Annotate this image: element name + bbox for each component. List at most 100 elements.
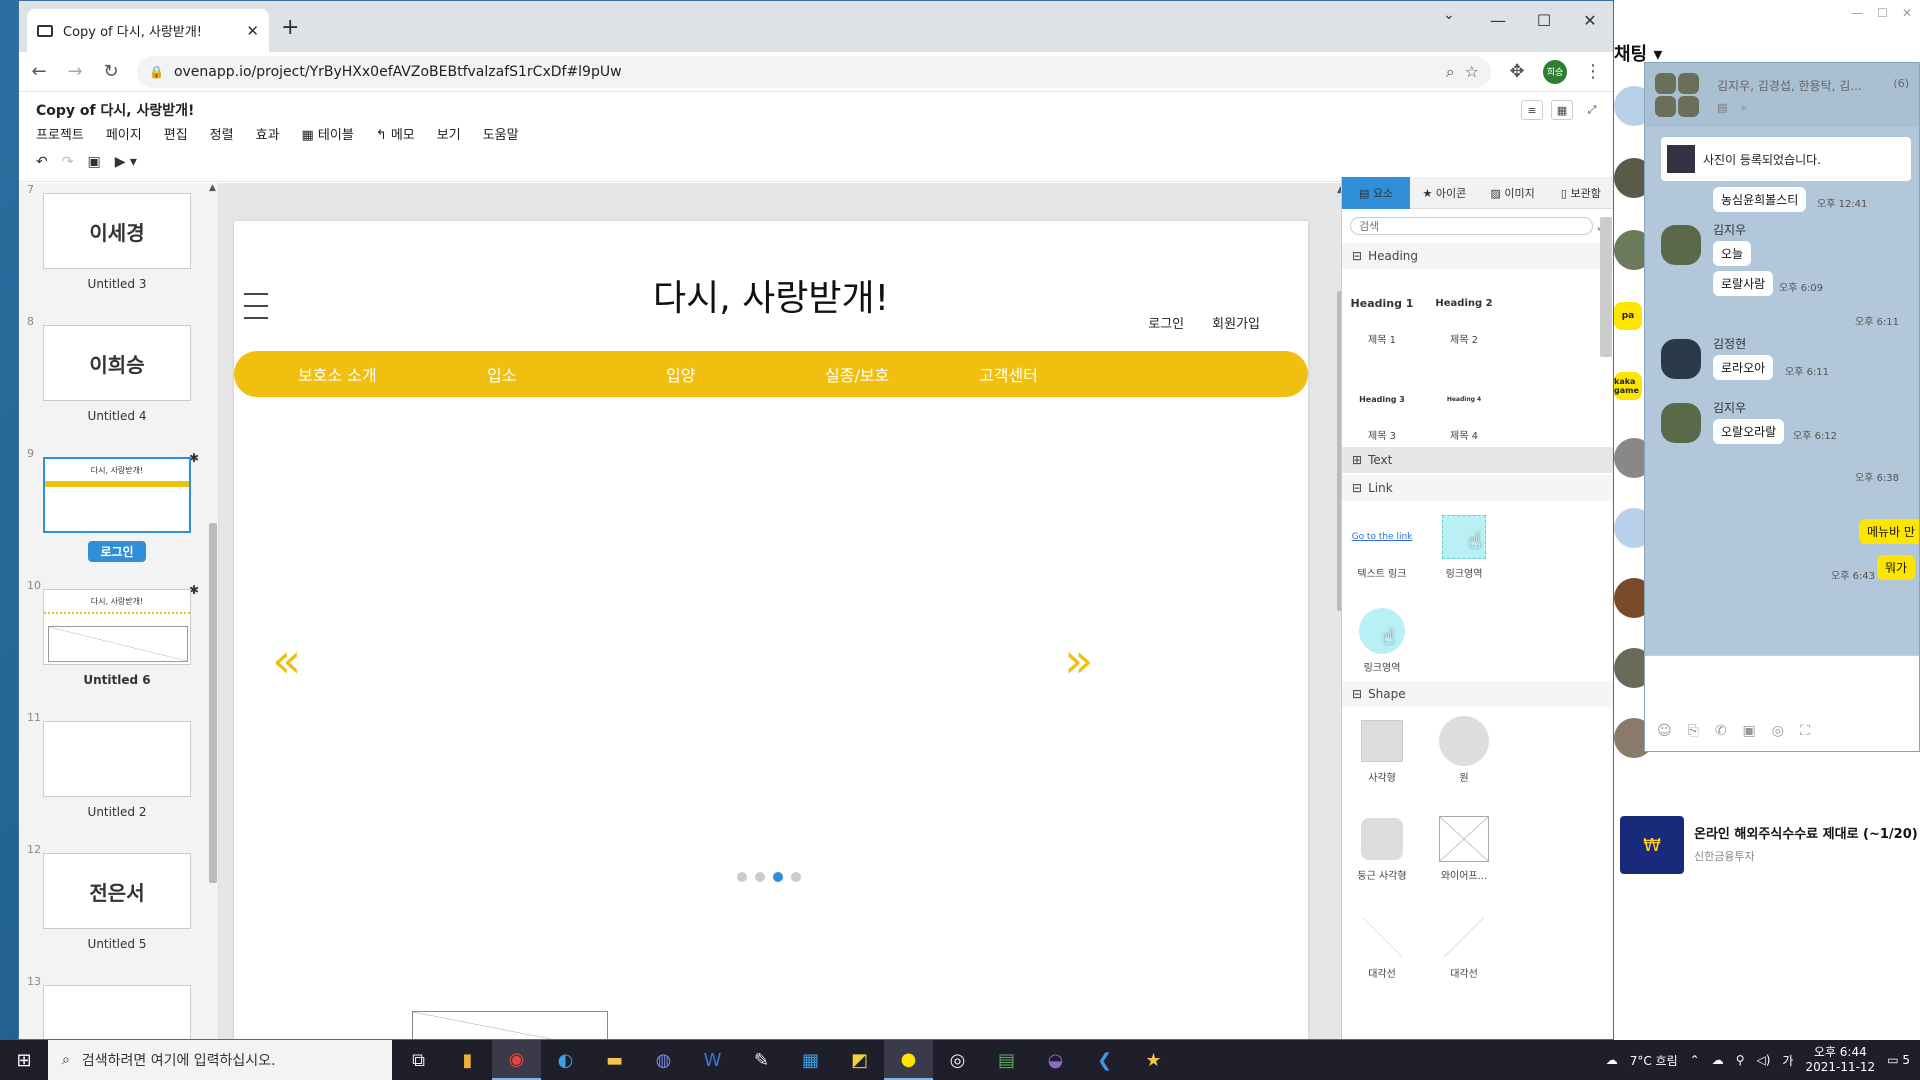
edge-icon[interactable]: ◐: [541, 1040, 590, 1080]
carousel-dot-active[interactable]: [773, 872, 783, 882]
url-field[interactable]: 🔒 ovenapp.io/project/YrByHXx0efAVZoBEBtf…: [137, 55, 1491, 88]
page-thumbnail[interactable]: 이세경: [43, 193, 191, 269]
carousel-dot[interactable]: [737, 872, 747, 882]
vscode-icon[interactable]: ❮: [1080, 1040, 1129, 1080]
reload-icon[interactable]: ↻: [101, 61, 121, 82]
heading-4-item[interactable]: Heading 4 제목 4: [1424, 375, 1504, 443]
text-link-item[interactable]: Go to the link 텍스트 링크: [1342, 513, 1422, 580]
page-thumbnail[interactable]: [43, 721, 191, 797]
chat-bubble[interactable]: 로라오아: [1713, 355, 1774, 380]
heading-3-item[interactable]: Heading 3 제목 3: [1342, 375, 1422, 443]
elements-search-input[interactable]: [1350, 217, 1594, 235]
signup-link[interactable]: 회원가입: [1212, 313, 1260, 332]
browser-tab[interactable]: Copy of 다시, 사랑받개! ✕: [27, 9, 269, 52]
hamburger-menu-icon[interactable]: [244, 293, 268, 329]
menu-view[interactable]: 보기: [437, 124, 461, 143]
attach-icon[interactable]: ⎘: [1688, 723, 1699, 739]
tab-icons[interactable]: ★ 아이콘: [1410, 177, 1478, 209]
url-text[interactable]: ovenapp.io/project/YrByHXx0efAVZoBEBtfva…: [174, 64, 1436, 80]
app-icon[interactable]: ★: [1129, 1040, 1178, 1080]
chat-avatar-label[interactable]: kaka game: [1614, 372, 1642, 400]
page-card-13[interactable]: 13: [27, 975, 207, 1039]
menu-memo[interactable]: ↰ 메모: [376, 124, 415, 143]
chat-input-area[interactable]: ☺ ⎘ ✆ ▣ ◎ ⛶: [1645, 655, 1919, 751]
tab-images[interactable]: ▨ 이미지: [1479, 177, 1547, 209]
chat-bubble[interactable]: 오랄오라랄: [1713, 419, 1785, 444]
new-tab-button[interactable]: +: [281, 15, 299, 40]
onedrive-icon[interactable]: ☁: [1712, 1053, 1724, 1067]
page-thumbnail[interactable]: [43, 985, 191, 1039]
task-view-icon[interactable]: ⧉: [394, 1040, 443, 1080]
carousel-dot[interactable]: [755, 872, 765, 882]
kakao-ad-banner[interactable]: ₩ 온라인 해외주식수수료 제대로 (~1/20) 신한금융투자: [1614, 810, 1920, 880]
menu-page[interactable]: 페이지: [106, 124, 142, 143]
my-chat-bubble[interactable]: 뭐가: [1877, 555, 1916, 580]
page-thumbnail[interactable]: 다시, 사랑받개!: [43, 589, 191, 665]
sender-avatar[interactable]: [1661, 403, 1701, 443]
search-icon[interactable]: ⌕: [1741, 101, 1747, 115]
app-icon[interactable]: ▤: [982, 1040, 1031, 1080]
tab-search-icon[interactable]: ⌄: [1443, 7, 1455, 23]
bookmark-star-icon[interactable]: ☆: [1465, 62, 1479, 81]
tab-elements[interactable]: ▤ 요소: [1342, 177, 1411, 209]
page-card-12[interactable]: 12 전은서 Untitled 5: [27, 843, 207, 951]
page-thumbnail[interactable]: 이희승: [43, 325, 191, 401]
my-chat-bubble[interactable]: 메뉴바 만: [1859, 519, 1919, 544]
tray-chevron-icon[interactable]: ⌃: [1690, 1053, 1700, 1067]
menu-edit[interactable]: 편집: [164, 124, 188, 143]
link-area-rect-item[interactable]: 링크영역 ☝: [1424, 513, 1504, 580]
weather-icon[interactable]: ☁: [1606, 1053, 1618, 1067]
minimize-button[interactable]: —: [1851, 6, 1863, 20]
login-link[interactable]: 로그인: [1148, 313, 1184, 332]
drawer-icon[interactable]: ▤: [1717, 101, 1727, 115]
scroll-up-icon[interactable]: ▲: [209, 183, 216, 193]
heading-2-item[interactable]: Heading 2 제목 2: [1424, 279, 1504, 347]
weather-text[interactable]: 7°C 흐림: [1630, 1052, 1678, 1069]
carousel-next-arrow[interactable]: »: [1064, 633, 1093, 689]
taskbar-search[interactable]: ⌕ 검색하려면 여기에 입력하십시오.: [48, 1040, 392, 1080]
volume-icon[interactable]: ◁): [1756, 1053, 1770, 1067]
preview-play-icon[interactable]: ▶ ▾: [115, 154, 137, 170]
page-thumbnail[interactable]: 전은서: [43, 853, 191, 929]
menu-align[interactable]: 정렬: [210, 124, 234, 143]
chat-avatar-label[interactable]: pa: [1614, 302, 1642, 330]
save-icon[interactable]: ▣: [87, 154, 100, 170]
image-placeholder[interactable]: [412, 1011, 608, 1039]
photo-notice[interactable]: 사진이 등록되었습니다.: [1661, 137, 1911, 181]
eclipse-icon[interactable]: ◒: [1031, 1040, 1080, 1080]
taskbar-clock[interactable]: 오후 6:44 2021-11-12: [1805, 1045, 1875, 1075]
section-text[interactable]: ⊞ Text: [1342, 447, 1613, 473]
app-icon[interactable]: ▮: [443, 1040, 492, 1080]
heading-1-item[interactable]: Heading 1 제목 1: [1342, 279, 1422, 347]
page-card-7[interactable]: 7 이세경 Untitled 3: [27, 183, 207, 291]
carousel-dot[interactable]: [791, 872, 801, 882]
chat-bubble[interactable]: 오늘: [1713, 241, 1752, 266]
zoom-icon[interactable]: ⌕: [1446, 62, 1455, 82]
nav-item-about[interactable]: 보호소 소개: [298, 362, 377, 386]
chat-bubble[interactable]: 로랄사람: [1713, 271, 1774, 296]
page-thumbnail-selected[interactable]: 다시, 사랑받개!: [43, 457, 191, 533]
kakaotalk-icon[interactable]: ●: [884, 1040, 933, 1080]
link-area-circle-item[interactable]: 링크영역 ☝: [1342, 607, 1422, 674]
sender-avatar[interactable]: [1661, 339, 1701, 379]
network-icon[interactable]: ⚲: [1736, 1053, 1745, 1067]
shape-wireframe-item[interactable]: 와이어프...: [1424, 815, 1504, 882]
elements-scrollbar[interactable]: [1600, 217, 1612, 357]
windows-start-icon[interactable]: ⊞: [0, 1040, 48, 1080]
sender-avatar[interactable]: [1661, 225, 1701, 265]
menu-table[interactable]: ▦ 테이블: [302, 124, 354, 143]
menu-effect[interactable]: 효과: [256, 124, 280, 143]
calculator-icon[interactable]: ▦: [786, 1040, 835, 1080]
paint-icon[interactable]: ✎: [737, 1040, 786, 1080]
input-method-icon[interactable]: 가: [1782, 1052, 1793, 1069]
chat-bubble[interactable]: 농심윤희볼스티: [1713, 187, 1807, 212]
extensions-icon[interactable]: ✥: [1507, 61, 1527, 82]
emoji-icon[interactable]: ☺: [1657, 723, 1672, 739]
discord-icon[interactable]: ◍: [639, 1040, 688, 1080]
list-view-icon[interactable]: ≡: [1521, 100, 1543, 120]
site-title[interactable]: 다시, 사랑받개!: [234, 269, 1308, 321]
fullscreen-icon[interactable]: ⤢: [1581, 100, 1603, 120]
tab-storage[interactable]: ▯ 보관함: [1547, 177, 1613, 209]
calendar-icon[interactable]: ▣: [1743, 723, 1756, 739]
shape-circle-item[interactable]: 원: [1424, 716, 1504, 784]
